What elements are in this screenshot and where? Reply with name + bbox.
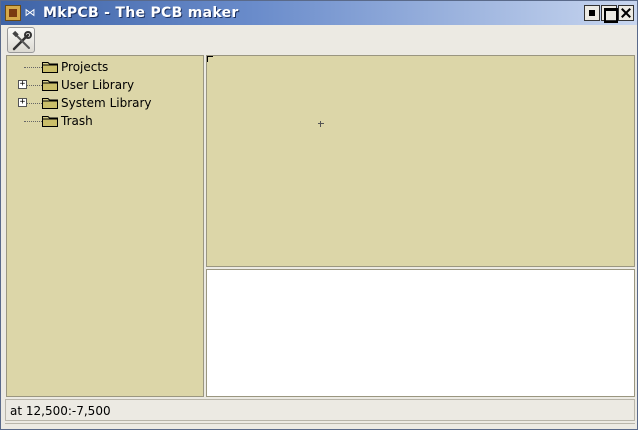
folder-icon — [42, 98, 58, 109]
tree-connector — [24, 67, 42, 68]
tools-button[interactable] — [7, 27, 35, 53]
tools-icon — [12, 30, 32, 51]
tree-item-user-library[interactable]: + User Library — [7, 76, 203, 94]
app-window: ⋈ MkPCB - The PCB maker Projects + User … — [0, 0, 638, 430]
app-icon[interactable] — [5, 5, 21, 21]
tree-item-label: Trash — [61, 114, 93, 128]
detail-panel[interactable] — [206, 269, 635, 397]
crosshair-icon — [318, 121, 324, 127]
tree-connector — [24, 121, 42, 122]
tree-item-label: Projects — [61, 60, 109, 74]
tree-item-trash[interactable]: Trash — [7, 112, 203, 130]
pcb-canvas[interactable] — [206, 55, 635, 267]
origin-marker — [207, 56, 213, 62]
maximize-button[interactable] — [601, 5, 618, 23]
tree-item-label: System Library — [61, 96, 152, 110]
cursor-coordinates: at 12,500:-7,500 — [10, 404, 111, 418]
tree-item-system-library[interactable]: + System Library — [7, 94, 203, 112]
toolbar — [1, 25, 637, 53]
folder-icon — [42, 116, 58, 127]
window-bottom-edge — [5, 423, 635, 428]
folder-icon — [42, 62, 58, 73]
pin-icon[interactable]: ⋈ — [23, 7, 37, 19]
folder-icon — [42, 80, 58, 91]
tree-item-projects[interactable]: Projects — [7, 58, 203, 76]
minimize-button[interactable] — [584, 5, 600, 21]
title-bar[interactable]: ⋈ MkPCB - The PCB maker — [1, 1, 637, 25]
tree-item-label: User Library — [61, 78, 135, 92]
project-tree[interactable]: Projects + User Library + System Library — [6, 55, 204, 397]
status-bar: at 12,500:-7,500 — [5, 399, 635, 421]
close-button[interactable] — [618, 5, 634, 21]
window-title: MkPCB - The PCB maker — [43, 5, 239, 21]
expand-icon[interactable]: + — [18, 80, 27, 89]
expand-icon[interactable]: + — [18, 98, 27, 107]
